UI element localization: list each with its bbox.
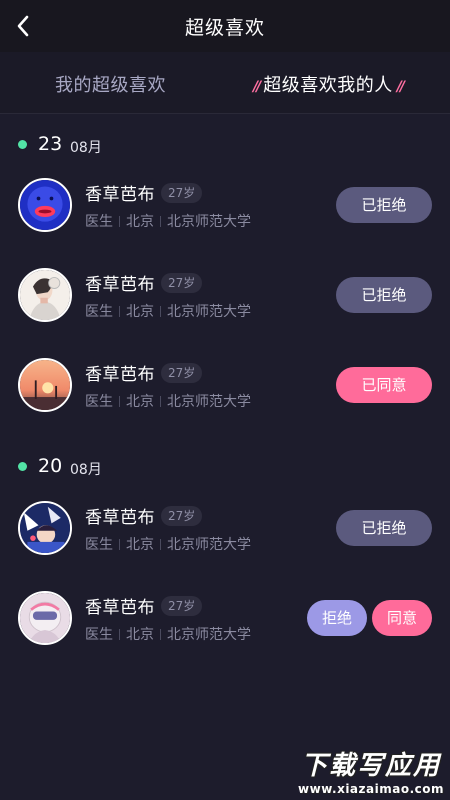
divider <box>119 396 120 407</box>
avatar[interactable] <box>18 501 72 555</box>
list-item[interactable]: 香草芭布 27岁 医生 北京 北京师范大学 已拒绝 <box>0 265 450 325</box>
watermark-logo: 下载写应用 www.xiazaimao.com <box>298 745 444 796</box>
tab-my-super-likes[interactable]: 我的超级喜欢 <box>55 71 166 97</box>
list-item[interactable]: 香草芭布 27岁 医生 北京 北京师范大学 已同意 <box>0 355 450 415</box>
divider <box>119 306 120 317</box>
avatar[interactable] <box>18 591 72 645</box>
user-info: 医生 北京 北京师范大学 <box>85 301 251 321</box>
list-item[interactable]: 香草芭布 27岁 医生 北京 北京师范大学 已拒绝 <box>0 498 450 558</box>
city-label: 北京 <box>126 537 154 553</box>
school-label: 北京师范大学 <box>167 537 251 553</box>
divider <box>160 629 161 640</box>
user-info: 医生 北京 北京师范大学 <box>85 624 251 644</box>
dot-icon <box>18 462 27 471</box>
tab-label: 超级喜欢我的人 <box>263 75 393 96</box>
slash-decoration-icon: // <box>253 79 261 95</box>
date-day: 20 <box>38 455 63 477</box>
watermark-text: 下载写应用 <box>301 751 442 781</box>
job-label: 医生 <box>85 394 113 410</box>
list-item[interactable]: 香草芭布 27岁 医生 北京 北京师范大学 拒绝 同意 <box>0 588 450 648</box>
divider <box>119 629 120 640</box>
age-badge: 27岁 <box>161 506 203 526</box>
tab-who-super-liked-me[interactable]: //超级喜欢我的人// <box>253 71 405 97</box>
user-name: 香草芭布 <box>85 598 155 618</box>
city-label: 北京 <box>126 304 154 320</box>
date-month: 08月 <box>70 140 102 156</box>
user-info: 医生 北京 北京师范大学 <box>85 211 251 231</box>
dot-icon <box>18 140 27 149</box>
page-title: 超级喜欢 <box>184 17 265 39</box>
watermark-url: www.xiazaimao.com <box>298 782 444 796</box>
divider <box>160 216 161 227</box>
city-label: 北京 <box>126 214 154 230</box>
school-label: 北京师范大学 <box>167 627 251 643</box>
divider <box>160 539 161 550</box>
date-month: 08月 <box>70 462 102 478</box>
accept-button[interactable]: 同意 <box>372 600 432 636</box>
school-label: 北京师范大学 <box>167 394 251 410</box>
job-label: 医生 <box>85 304 113 320</box>
city-label: 北京 <box>126 627 154 643</box>
age-badge: 27岁 <box>161 183 203 203</box>
job-label: 医生 <box>85 537 113 553</box>
divider <box>119 539 120 550</box>
user-info: 医生 北京 北京师范大学 <box>85 534 251 554</box>
status-rejected-button[interactable]: 已拒绝 <box>336 510 432 546</box>
job-label: 医生 <box>85 627 113 643</box>
reject-button[interactable]: 拒绝 <box>307 600 367 636</box>
school-label: 北京师范大学 <box>167 304 251 320</box>
divider <box>160 306 161 317</box>
city-label: 北京 <box>126 394 154 410</box>
avatar[interactable] <box>18 358 72 412</box>
status-accepted-button[interactable]: 已同意 <box>336 367 432 403</box>
nav-bar: 超级喜欢 <box>0 0 450 52</box>
list-item[interactable]: 香草芭布 27岁 医生 北京 北京师范大学 已拒绝 <box>0 175 450 235</box>
user-info: 医生 北京 北京师范大学 <box>85 391 251 411</box>
divider <box>160 396 161 407</box>
user-name: 香草芭布 <box>85 365 155 385</box>
job-label: 医生 <box>85 214 113 230</box>
age-badge: 27岁 <box>161 596 203 616</box>
date-day: 23 <box>38 133 63 155</box>
slash-decoration-icon: // <box>396 79 405 95</box>
age-badge: 27岁 <box>161 363 203 383</box>
school-label: 北京师范大学 <box>167 214 251 230</box>
status-rejected-button[interactable]: 已拒绝 <box>336 277 432 313</box>
avatar[interactable] <box>18 268 72 322</box>
divider <box>119 216 120 227</box>
tab-bar: 我的超级喜欢 //超级喜欢我的人// <box>0 52 450 114</box>
status-rejected-button[interactable]: 已拒绝 <box>336 187 432 223</box>
user-name: 香草芭布 <box>85 185 155 205</box>
user-name: 香草芭布 <box>85 275 155 295</box>
user-name: 香草芭布 <box>85 508 155 528</box>
age-badge: 27岁 <box>161 273 203 293</box>
avatar[interactable] <box>18 178 72 232</box>
